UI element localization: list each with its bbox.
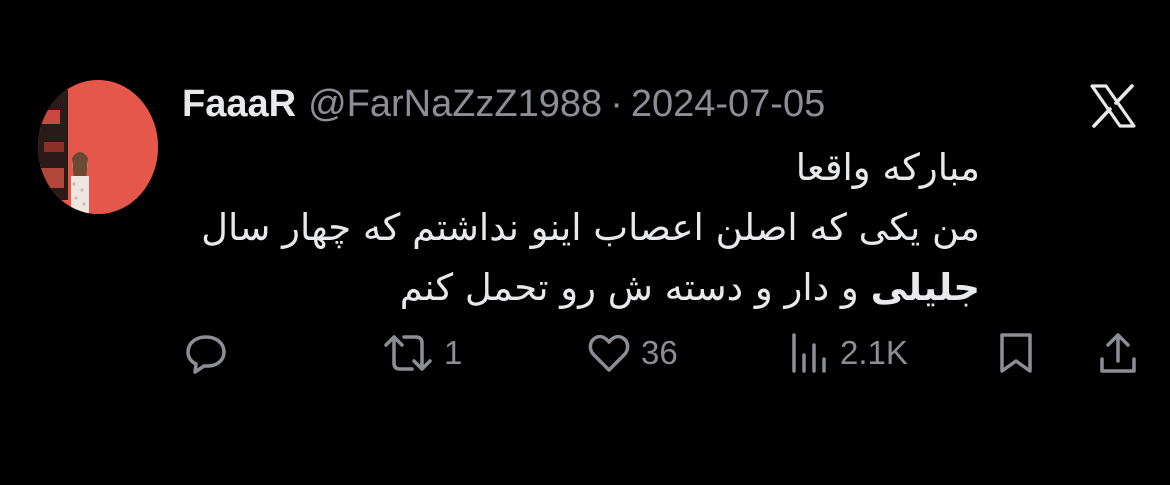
views-chart-icon: [792, 333, 826, 373]
action-bar: 1 36 2.1K: [0, 325, 1170, 381]
share-button[interactable]: [1096, 325, 1148, 381]
display-name[interactable]: FaaaR: [182, 83, 296, 126]
like-count: 36: [641, 334, 678, 371]
bookmark-button[interactable]: [994, 325, 1046, 381]
bold-word: جلیلی: [870, 266, 980, 309]
like-button[interactable]: 36: [585, 325, 678, 381]
tweet-text-line-3-rest: و دار و دسته ش رو تحمل کنم: [399, 266, 859, 309]
tweet-header: FaaaR @FarNaZzZ1988 · 2024-07-05: [182, 76, 825, 132]
tweet-text: مبارکه واقعا من یکی که اصلن اعصاب اینو ن…: [180, 138, 980, 318]
reply-icon: [186, 335, 226, 374]
heart-icon: [588, 334, 630, 372]
bookmark-icon: [1000, 333, 1032, 373]
user-handle[interactable]: @FarNaZzZ1988: [308, 83, 602, 126]
retweet-icon: [384, 335, 432, 371]
separator-dot: ·: [610, 82, 623, 125]
avatar-photo: [38, 80, 158, 214]
share-icon: [1100, 333, 1136, 373]
views-button[interactable]: 2.1K: [788, 325, 908, 381]
tweet-text-line-3: جلیلی و دار و دسته ش رو تحمل کنم: [180, 258, 980, 318]
reply-button[interactable]: [182, 325, 238, 381]
tweet-card: FaaaR @FarNaZzZ1988 · 2024-07-05 مبارکه …: [0, 0, 1170, 485]
views-count: 2.1K: [840, 334, 908, 371]
x-logo-icon[interactable]: [1090, 84, 1136, 128]
tweet-text-line-2: من یکی که اصلن اعصاب اینو نداشتم که چهار…: [201, 206, 980, 249]
tweet-text-line-1: مبارکه واقعا: [795, 146, 980, 189]
tweet-date[interactable]: 2024-07-05: [631, 83, 825, 126]
retweet-button[interactable]: 1: [380, 325, 462, 381]
retweet-count: 1: [444, 334, 463, 371]
avatar[interactable]: [38, 80, 158, 214]
